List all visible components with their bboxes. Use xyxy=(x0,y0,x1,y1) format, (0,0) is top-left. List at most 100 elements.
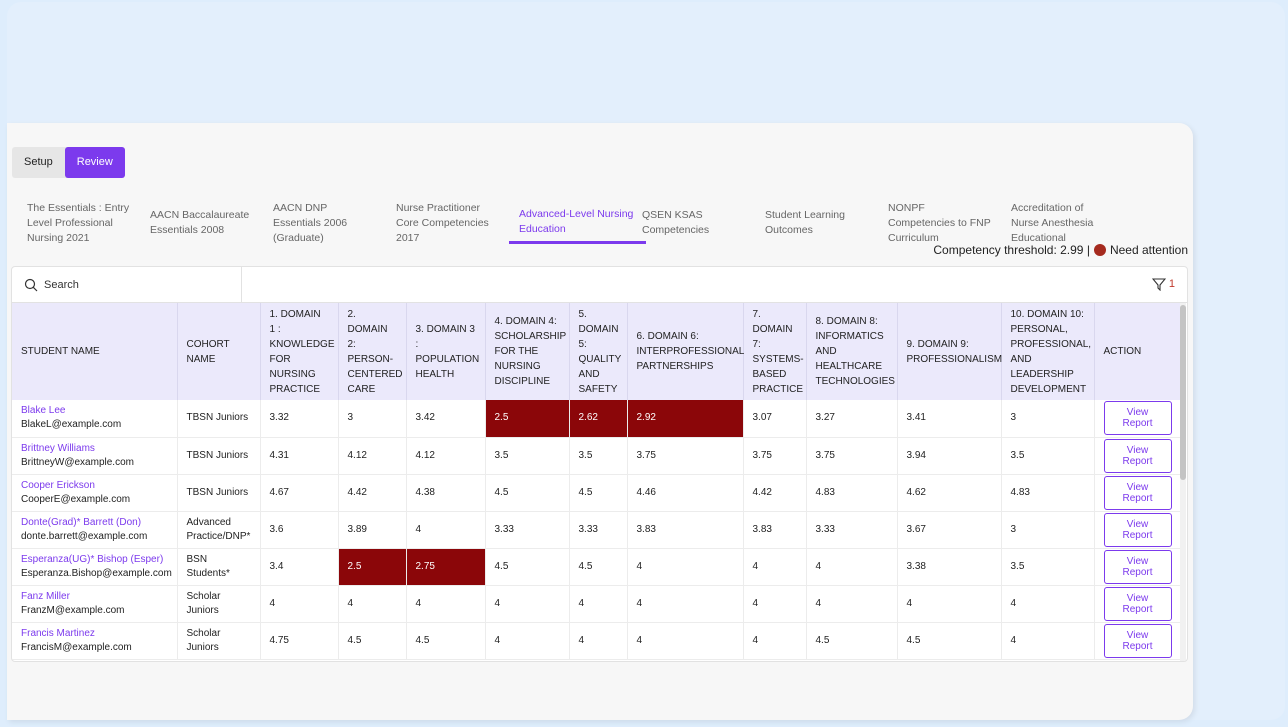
score-cell: 3.33 xyxy=(806,511,898,549)
column-header: 3. DOMAIN 3 : POPULATION HEALTH xyxy=(406,303,486,400)
row-highlight-partial xyxy=(260,661,1094,662)
mode-toggle: Setup Review xyxy=(12,147,125,178)
score-cell: 3.89 xyxy=(338,511,407,549)
students-table: STUDENT NAME COHORT NAME 1. DOMAIN 1 : KNO… xyxy=(12,303,1182,660)
score-cell: 4.5 xyxy=(569,474,628,512)
tab-4[interactable]: Nurse Practitioner Core Competencies 201… xyxy=(386,199,509,247)
score-cell: 3.32 xyxy=(260,400,339,438)
score-cell: 3.33 xyxy=(569,511,628,549)
cohort-cell: TBSN Juniors xyxy=(177,474,261,512)
column-header: ACTION xyxy=(1094,303,1182,400)
score-cell: 3.42 xyxy=(406,400,486,438)
score-cell: 2.92 xyxy=(627,400,744,438)
view-report-button[interactable]: View Report xyxy=(1103,549,1172,584)
table-row: Francis Martinez FrancisM@example.com Scho… xyxy=(12,622,1182,660)
score-cell: 4 xyxy=(806,585,898,623)
view-report-button[interactable]: View Report xyxy=(1103,475,1172,510)
student-email: BrittneyW@example.com xyxy=(21,456,134,468)
score-cell: 3.5 xyxy=(569,437,628,475)
score-cell: 3.75 xyxy=(743,437,807,475)
tab-9[interactable]: Accreditation of Nurse Anesthesia Educat… xyxy=(1001,199,1124,247)
student-email: CooperE@example.com xyxy=(21,493,131,505)
tab-3[interactable]: AACN DNP Essentials 2006 (Graduate) xyxy=(263,199,386,247)
setup-button[interactable]: Setup xyxy=(12,147,65,178)
tab-7[interactable]: Student Learning Outcomes xyxy=(755,199,878,247)
view-report-button[interactable]: View Report xyxy=(1103,623,1172,658)
tab-8[interactable]: NONPF Competencies to FNP Curriculum xyxy=(878,199,1001,247)
score-cell: 4 xyxy=(569,585,628,623)
students-table-container: Search 1 STUDENT NAME COHORT NAME 1. DOMAI… xyxy=(11,266,1188,662)
score-cell: 4.42 xyxy=(743,474,807,512)
table-toolbar: Search 1 xyxy=(12,267,1187,303)
filter-icon xyxy=(1151,278,1166,291)
search-icon xyxy=(24,278,38,292)
view-report-button[interactable]: View Report xyxy=(1103,586,1172,621)
search-placeholder: Search xyxy=(44,279,79,291)
score-cell: 4.67 xyxy=(260,474,339,512)
vertical-scrollbar[interactable] xyxy=(1180,303,1186,661)
column-header: 7. DOMAIN 7: SYSTEMS-BASED PRACTICE xyxy=(743,303,807,400)
competency-threshold: Competency threshold: 2.99 | Need attent… xyxy=(933,243,1188,257)
student-cell: Cooper Erickson CooperE@example.com xyxy=(12,474,178,512)
student-name-link[interactable]: Fanz Miller xyxy=(21,590,168,604)
filter-button[interactable]: 1 xyxy=(1151,277,1175,291)
cohort-cell: Scholar Juniors xyxy=(177,622,261,660)
student-name-link[interactable]: Francis Martinez xyxy=(21,627,168,641)
need-attention-dot-icon xyxy=(1093,244,1106,256)
student-name-link[interactable]: Esperanza(UG)* Bishop (Esper) xyxy=(21,553,168,567)
student-cell: Francis Martinez FrancisM@example.com xyxy=(12,622,178,660)
score-cell: 2.75 xyxy=(406,548,486,586)
score-cell: 3.5 xyxy=(485,437,570,475)
score-cell: 4 xyxy=(406,585,486,623)
score-cell: 3.83 xyxy=(743,511,807,549)
table-row: Fanz Miller FranzM@example.com Scholar Jun… xyxy=(12,585,1182,623)
tab-6[interactable]: QSEN KSAS Competencies xyxy=(632,199,755,247)
tab-2[interactable]: AACN Baccalaureate Essentials 2008 xyxy=(140,199,263,247)
score-cell: 4.38 xyxy=(406,474,486,512)
table-row: Donte(Grad)* Barrett (Don) donte.barrett@… xyxy=(12,511,1182,549)
action-cell: View Report xyxy=(1094,437,1182,475)
student-cell: Esperanza(UG)* Bishop (Esper) Esperanza.B… xyxy=(12,548,178,586)
search-input[interactable]: Search xyxy=(12,267,242,303)
view-report-button[interactable]: View Report xyxy=(1103,512,1172,547)
score-cell: 2.5 xyxy=(338,548,407,586)
student-name-link[interactable]: Cooper Erickson xyxy=(21,479,168,493)
score-cell: 4.31 xyxy=(260,437,339,475)
score-cell: 3.5 xyxy=(1001,437,1095,475)
column-header: STUDENT NAME xyxy=(12,303,178,400)
score-cell: 4 xyxy=(627,585,744,623)
student-email: FrancisM@example.com xyxy=(21,641,132,653)
score-cell: 4.62 xyxy=(897,474,1002,512)
table-row: Blake Lee BlakeL@example.com TBSN Juniors 3… xyxy=(12,400,1182,438)
score-cell: 4.46 xyxy=(627,474,744,512)
score-cell: 4 xyxy=(627,548,744,586)
score-cell: 4 xyxy=(627,622,744,660)
table-row: Brittney Williams BrittneyW@example.com TB… xyxy=(12,437,1182,475)
student-name-link[interactable]: Brittney Williams xyxy=(21,442,168,456)
score-cell: 4 xyxy=(338,585,407,623)
cohort-cell: Scholar Juniors xyxy=(177,585,261,623)
score-cell: 4 xyxy=(743,585,807,623)
score-cell: 4.12 xyxy=(338,437,407,475)
tab-1[interactable]: The Essentials : Entry Level Professiona… xyxy=(17,199,140,247)
review-button[interactable]: Review xyxy=(64,147,125,178)
view-report-button[interactable]: View Report xyxy=(1103,438,1172,473)
table-row: Cooper Erickson CooperE@example.com TBSN J… xyxy=(12,474,1182,512)
threshold-label: Competency threshold: 2.99 | xyxy=(933,243,1090,257)
tab-5[interactable]: Advanced-Level Nursing Education xyxy=(509,202,646,244)
score-cell: 4.42 xyxy=(338,474,407,512)
framework-tabs: The Essentials : Entry Level Professiona… xyxy=(17,199,1124,247)
score-cell: 4.5 xyxy=(806,622,898,660)
score-cell: 3.75 xyxy=(806,437,898,475)
column-header: 1. DOMAIN 1 : KNOWLEDGE FOR NURSING PRAC… xyxy=(260,303,339,400)
cohort-cell: TBSN Juniors xyxy=(177,437,261,475)
student-name-link[interactable]: Donte(Grad)* Barrett (Don) xyxy=(21,516,168,530)
view-report-button[interactable]: View Report xyxy=(1103,401,1172,436)
score-cell: 4 xyxy=(485,622,570,660)
scrollbar-thumb[interactable] xyxy=(1180,305,1186,480)
score-cell: 3 xyxy=(1001,511,1095,549)
score-cell: 3.75 xyxy=(627,437,744,475)
score-cell: 4 xyxy=(1001,585,1095,623)
score-cell: 3.4 xyxy=(260,548,339,586)
student-name-link[interactable]: Blake Lee xyxy=(21,404,168,418)
